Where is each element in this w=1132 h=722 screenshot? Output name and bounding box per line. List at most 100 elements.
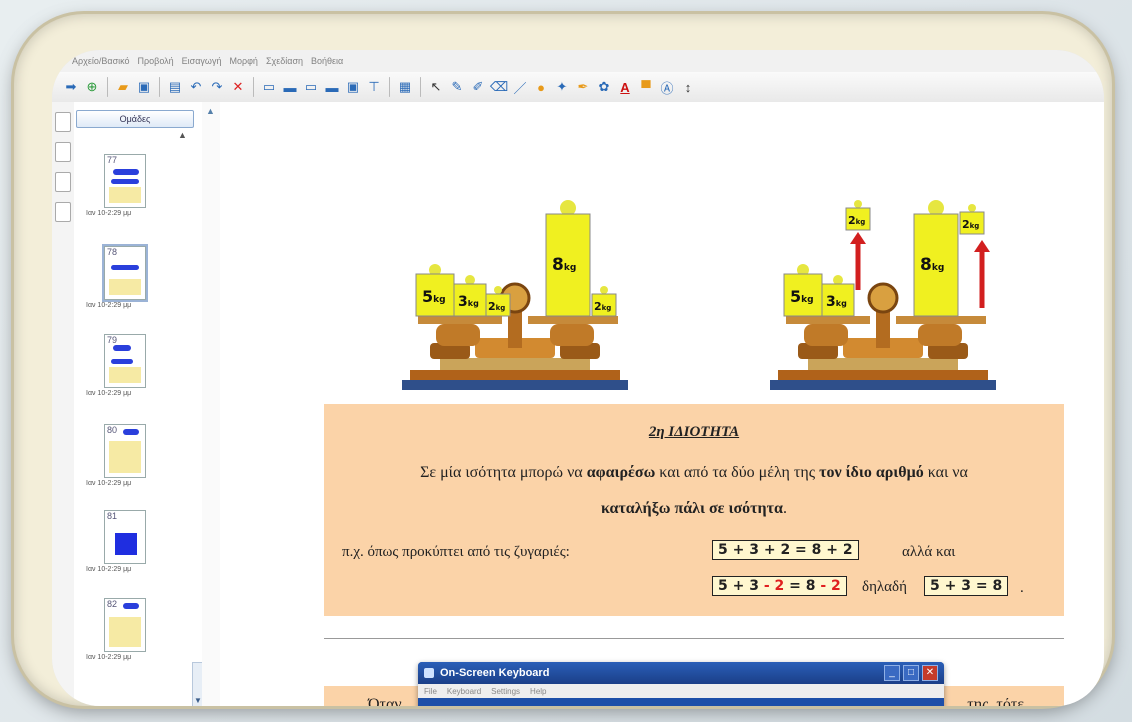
groups-button[interactable]: Ομάδες (76, 110, 194, 128)
eq-part: 5 + 3 (718, 578, 764, 594)
up-arrow-head (850, 232, 866, 244)
scale-base-top (778, 370, 988, 380)
osk-menu-file[interactable]: File (424, 687, 437, 696)
magic-pen-icon[interactable]: ✦ (553, 78, 571, 96)
highlighter-icon[interactable]: ✒ (574, 78, 592, 96)
toolbar-separator (253, 77, 254, 97)
text-bold: αφαιρέσω (586, 464, 656, 481)
page-sorter-tab-icon[interactable] (55, 112, 71, 132)
creative-pen-icon[interactable]: ✐ (469, 78, 487, 96)
thumb-graphic (123, 603, 139, 609)
panel-splitter[interactable]: ▲ (202, 102, 221, 706)
osk-title: On-Screen Keyboard (440, 667, 550, 679)
eq-part-negative: - 2 (763, 578, 785, 594)
scale-pan-right (896, 316, 986, 324)
page-thumbnail[interactable]: 77 (104, 154, 146, 208)
whiteboard-page[interactable]: 5kg 3kg 2kg 8kg 2kg 5kg 3kg 2kg 8kg 2kg … (220, 102, 1104, 706)
page-thumbnail[interactable]: 80 (104, 424, 146, 478)
thumb-graphic (109, 279, 141, 295)
thumb-graphic (109, 367, 141, 383)
osk-titlebar[interactable]: On-Screen Keyboard _ □ ✕ (418, 662, 944, 684)
page-thumbnail[interactable]: 82 (104, 598, 146, 652)
page-thumbnail[interactable]: 78 (104, 246, 146, 300)
grid-icon[interactable]: ▦ (396, 78, 414, 96)
text-icon[interactable]: A (616, 78, 634, 96)
thumb-graphic (109, 441, 141, 473)
color-fill-icon[interactable]: ▀ (637, 78, 655, 96)
properties-tab-icon[interactable] (55, 202, 71, 222)
open-folder-icon[interactable]: ▰ (114, 78, 132, 96)
balance-scale-subtracted: 5kg 3kg 2kg 8kg 2kg (770, 200, 996, 390)
scale-base (770, 380, 996, 390)
redo-icon[interactable]: ↷ (208, 78, 226, 96)
menu-format[interactable]: Μορφή (229, 56, 257, 66)
weight-knob (854, 200, 862, 208)
presentation-icon[interactable]: ▭ (302, 78, 320, 96)
menu-view[interactable]: Προβολή (138, 56, 174, 66)
page-timestamp: Ιαν 10-2:29 μμ (86, 210, 132, 217)
more-icon[interactable]: ↕ (679, 78, 697, 96)
recognition-icon[interactable]: Ⓐ (658, 78, 676, 96)
panel-text: της, τότε (967, 696, 1024, 706)
menu-help[interactable]: Βοήθεια (311, 56, 343, 66)
osk-menu: File Keyboard Settings Help (418, 684, 944, 698)
add-page-icon[interactable]: ⊕ (83, 78, 101, 96)
equation-box: 5 + 3 = 8 (924, 576, 1009, 596)
new-page-icon[interactable]: ▤ (166, 78, 184, 96)
left-tab-strip (52, 102, 75, 706)
page-thumbnail[interactable]: 81 (104, 510, 146, 564)
scale-body (440, 358, 590, 370)
close-button[interactable]: ✕ (922, 665, 938, 681)
pan-support-right (550, 324, 594, 346)
scroll-up-icon[interactable]: ▲ (206, 106, 215, 116)
keyboard-icon (424, 668, 434, 678)
eraser-icon[interactable]: ⌫ (490, 78, 508, 96)
text-bold: τον ίδιο αριθμό (819, 464, 924, 481)
fill-icon[interactable]: ✿ (595, 78, 613, 96)
property-title: 2η ΙΔΙΟΤΗΤΑ (648, 424, 740, 440)
osk-menu-help[interactable]: Help (530, 687, 546, 696)
divider-line (324, 638, 1064, 639)
weight-knob (968, 204, 976, 212)
toolbar-separator (389, 77, 390, 97)
shape-icon[interactable]: ● (532, 78, 550, 96)
screen-shade-icon[interactable]: ▭ (260, 78, 278, 96)
connector-text: δηλαδή (862, 579, 907, 595)
page-timestamp: Ιαν 10-2:29 μμ (86, 480, 132, 487)
property-statement-cont: καταλήξω πάλι σε ισότητα. (324, 500, 1064, 518)
eq-part: = 8 (784, 578, 821, 594)
text-run: και να (923, 464, 968, 481)
gallery-tab-icon[interactable] (55, 142, 71, 162)
arrow-right-icon[interactable]: ➡ (62, 78, 80, 96)
save-icon[interactable]: ▣ (135, 78, 153, 96)
image-icon[interactable]: ▣ (344, 78, 362, 96)
menu-file[interactable]: Αρχείο/Βασικό (72, 56, 130, 66)
menu-draw[interactable]: Σχεδίαση (266, 56, 303, 66)
line-icon[interactable]: ／ (511, 78, 529, 96)
page-sorter: Ομάδες ▲ 77 Ιαν 10-2:29 μμ 78 Ιαν 10-2:2… (74, 102, 204, 706)
display-icon[interactable]: ▬ (281, 78, 299, 96)
attachments-tab-icon[interactable] (55, 172, 71, 192)
on-screen-keyboard-window[interactable]: On-Screen Keyboard _ □ ✕ File Keyboard S… (418, 662, 944, 706)
toolbar: ➡ ⊕ ▰ ▣ ▤ ↶ ↷ ✕ ▭ ▬ ▭ ▬ ▣ ⊤ ▦ ↖ ✎ ✐ ⌫ ／ … (52, 72, 1104, 103)
scale-body (808, 358, 958, 370)
photo-frame: Αρχείο/Βασικό Προβολή Εισαγωγή Μορφή Σχε… (14, 14, 1112, 706)
delete-icon[interactable]: ✕ (229, 78, 247, 96)
page-thumbnail[interactable]: 79 (104, 334, 146, 388)
pen-icon[interactable]: ✎ (448, 78, 466, 96)
text-run: και από τα δύο μέλη της (655, 464, 820, 481)
table-icon[interactable]: ⊤ (365, 78, 383, 96)
scroll-up-icon[interactable]: ▲ (178, 130, 187, 140)
window-controls: _ □ ✕ (884, 665, 938, 681)
osk-menu-keyboard[interactable]: Keyboard (447, 687, 481, 696)
screen-capture-icon[interactable]: ▬ (323, 78, 341, 96)
maximize-button[interactable]: □ (903, 665, 919, 681)
page-number: 80 (107, 425, 118, 435)
minimize-button[interactable]: _ (884, 665, 900, 681)
undo-icon[interactable]: ↶ (187, 78, 205, 96)
menu-insert[interactable]: Εισαγωγή (182, 56, 222, 66)
page-timestamp: Ιαν 10-2:29 μμ (86, 302, 132, 309)
eq-part-negative: - 2 (820, 578, 841, 594)
osk-menu-settings[interactable]: Settings (491, 687, 520, 696)
select-pointer-icon[interactable]: ↖ (427, 78, 445, 96)
